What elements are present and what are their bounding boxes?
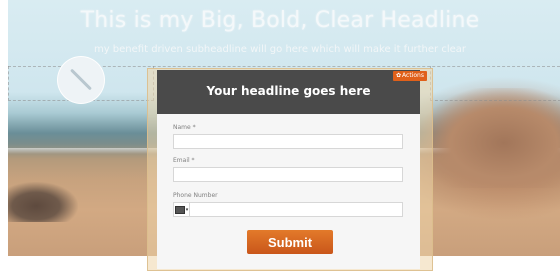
gear-icon: ✿ <box>396 72 402 79</box>
form-header: Your headline goes here ✿Actions <box>157 70 427 114</box>
rocks-left <box>8 182 78 222</box>
form-title: Your headline goes here <box>206 84 371 98</box>
phone-label: Phone Number <box>173 192 218 199</box>
hero-column-outline-right <box>430 66 560 101</box>
name-field[interactable] <box>173 134 403 149</box>
image-placeholder-icon <box>70 68 92 91</box>
actions-button[interactable]: ✿Actions <box>393 71 427 81</box>
landing-page: This is my Big, Bold, Clear Headline my … <box>0 0 560 271</box>
email-label: Email * <box>173 157 195 164</box>
cliff-right <box>420 88 560 188</box>
actions-label: Actions <box>402 72 424 79</box>
name-label: Name * <box>173 124 196 131</box>
image-placeholder[interactable] <box>57 56 105 104</box>
optin-form: Your headline goes here ✿Actions Name * … <box>157 70 427 269</box>
chevron-down-icon: ▾ <box>185 206 189 213</box>
phone-field[interactable]: ▾ <box>173 202 403 217</box>
page-subheadline: my benefit driven subheadline will go he… <box>93 44 467 55</box>
flag-icon <box>174 205 185 214</box>
email-field[interactable] <box>173 167 403 182</box>
submit-button[interactable]: Submit <box>247 230 333 254</box>
country-selector[interactable]: ▾ <box>174 202 190 217</box>
page-headline: This is my Big, Bold, Clear Headline <box>80 8 480 33</box>
